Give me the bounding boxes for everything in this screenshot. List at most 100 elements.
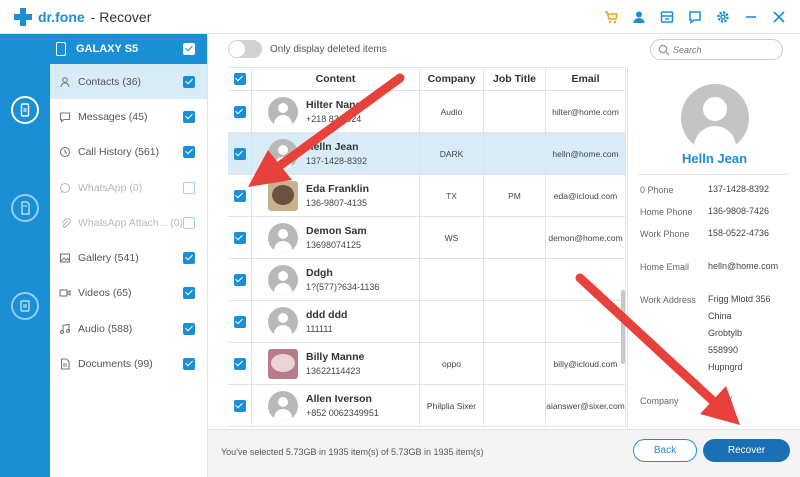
- row-checkbox-cell[interactable]: [228, 91, 252, 132]
- row-checkbox[interactable]: [233, 273, 246, 286]
- row-email: billy@icloud.com: [546, 343, 626, 384]
- category-checkbox[interactable]: [183, 216, 195, 229]
- header-email[interactable]: Email: [546, 68, 626, 90]
- row-checkbox[interactable]: [233, 105, 246, 118]
- row-checkbox-cell[interactable]: [228, 301, 252, 342]
- search-box[interactable]: [650, 39, 783, 60]
- search-icon: [658, 44, 670, 56]
- table-row[interactable]: Ddgh 1?(577)?634-1136: [228, 259, 626, 301]
- selection-status: You've selected 5.73GB in 1935 item(s) o…: [221, 447, 484, 457]
- row-job-title: [484, 385, 546, 426]
- device-header[interactable]: GALAXY S5: [50, 34, 207, 64]
- audio-icon: [58, 322, 72, 336]
- attachment-icon: [58, 216, 72, 230]
- contact-avatar: [268, 264, 298, 295]
- mode-sidebar: [0, 34, 50, 477]
- select-all-device-checkbox[interactable]: [183, 43, 195, 55]
- category-item-videos[interactable]: Videos (65): [50, 276, 207, 311]
- table-row[interactable]: Hilter Nang +218 83...024 Audio hilter@home…: [228, 91, 626, 133]
- category-checkbox[interactable]: [183, 322, 195, 335]
- category-item-gallery[interactable]: Gallery (541): [50, 240, 207, 275]
- category-checkbox[interactable]: [183, 146, 195, 159]
- row-company: [420, 301, 484, 342]
- category-label: WhatsApp (0): [78, 181, 143, 194]
- close-icon[interactable]: [772, 10, 786, 24]
- category-item-call-history[interactable]: Call History (561): [50, 135, 207, 170]
- row-checkbox[interactable]: [233, 189, 246, 202]
- contact-phone: +852 0062349951: [306, 408, 379, 418]
- category-checkbox[interactable]: [183, 358, 195, 371]
- header-company[interactable]: Company: [420, 68, 484, 90]
- back-button[interactable]: Back: [633, 439, 697, 462]
- category-checkbox[interactable]: [183, 75, 195, 88]
- row-checkbox-cell[interactable]: [228, 217, 252, 258]
- category-item-whatsapp[interactable]: WhatsApp (0): [50, 170, 207, 205]
- row-checkbox[interactable]: [233, 315, 246, 328]
- row-content: Eda Franklin 136-9807-4135: [252, 175, 420, 216]
- recover-icloud-icon[interactable]: [11, 292, 39, 320]
- row-checkbox[interactable]: [233, 231, 246, 244]
- recover-button[interactable]: Recover: [703, 439, 790, 462]
- contact-avatar: [268, 96, 298, 127]
- row-checkbox-cell[interactable]: [228, 259, 252, 300]
- row-job-title: [484, 91, 546, 132]
- minimize-icon[interactable]: [744, 10, 758, 24]
- row-checkbox-cell[interactable]: [228, 133, 252, 174]
- row-checkbox-cell[interactable]: [228, 175, 252, 216]
- row-company: Philplia Sixer: [420, 385, 484, 426]
- category-item-contacts[interactable]: Contacts (36): [50, 64, 207, 100]
- row-checkbox-cell[interactable]: [228, 385, 252, 426]
- category-item-messages[interactable]: Messages (45): [50, 99, 207, 134]
- recover-sdcard-icon[interactable]: [11, 194, 39, 222]
- table-row[interactable]: Allen Iverson +852 0062349951 Philplia Six…: [228, 385, 626, 427]
- row-checkbox[interactable]: [233, 399, 246, 412]
- row-checkbox-cell[interactable]: [228, 343, 252, 384]
- recover-phone-icon[interactable]: [11, 96, 39, 124]
- row-content: Demon Sam 13698074125: [252, 217, 420, 258]
- table-row[interactable]: ddd ddd 111111: [228, 301, 626, 343]
- logo-text: dr.fone: [38, 8, 85, 25]
- deleted-only-toggle[interactable]: [228, 40, 262, 58]
- category-checkbox[interactable]: [183, 287, 195, 300]
- feedback-icon[interactable]: [688, 10, 702, 24]
- documents-icon: [58, 357, 72, 371]
- table-row[interactable]: Demon Sam 13698074125 WS demon@home.com: [228, 217, 626, 259]
- search-input[interactable]: [673, 43, 777, 57]
- table-row[interactable]: Billy Manne 13622114423 oppo billy@icloud.c…: [228, 343, 626, 385]
- contact-name: Allen Iverson: [306, 393, 372, 405]
- category-item-documents[interactable]: Documents (99): [50, 346, 207, 381]
- user-icon[interactable]: [632, 10, 646, 24]
- detail-field-value: 137-1428-8392: [708, 184, 770, 194]
- detail-field-value: helln@home.com: [708, 261, 779, 271]
- messages-icon: [58, 110, 72, 124]
- contact-name: ddd ddd: [306, 309, 348, 321]
- category-label: Videos (65): [78, 287, 132, 300]
- contact-avatar: [268, 222, 298, 253]
- table-row[interactable]: Helln Jean 137-1428-8392 DARK helln@home.co…: [228, 133, 626, 175]
- row-content: Allen Iverson +852 0062349951: [252, 385, 420, 426]
- row-email: [546, 301, 626, 342]
- header-select-all[interactable]: [228, 68, 252, 90]
- category-checkbox[interactable]: [183, 252, 195, 265]
- row-job-title: [484, 301, 546, 342]
- row-job-title: [484, 343, 546, 384]
- backup-icon[interactable]: [660, 10, 674, 24]
- category-checkbox[interactable]: [183, 110, 195, 123]
- header-content[interactable]: Content: [252, 68, 420, 90]
- row-checkbox[interactable]: [233, 357, 246, 370]
- detail-field-value: 158-0522-4736: [708, 228, 770, 238]
- contact-name: Helln Jean: [306, 141, 359, 153]
- settings-gear-icon[interactable]: [716, 10, 730, 24]
- table-scrollbar[interactable]: [621, 290, 625, 364]
- category-item-attachment[interactable]: WhatsApp Attach... (0): [50, 205, 207, 240]
- videos-icon: [58, 286, 72, 300]
- category-checkbox[interactable]: [183, 181, 195, 194]
- category-label: Contacts (36): [78, 75, 142, 88]
- detail-field-label: Work Address: [640, 295, 696, 305]
- table-row[interactable]: Eda Franklin 136-9807-4135 TX PM eda@icloud.…: [228, 175, 626, 217]
- row-checkbox[interactable]: [233, 147, 246, 160]
- select-all-checkbox[interactable]: [233, 73, 246, 85]
- category-item-audio[interactable]: Audio (588): [50, 311, 207, 346]
- header-job-title[interactable]: Job Title: [484, 68, 546, 90]
- cart-icon[interactable]: [604, 10, 618, 24]
